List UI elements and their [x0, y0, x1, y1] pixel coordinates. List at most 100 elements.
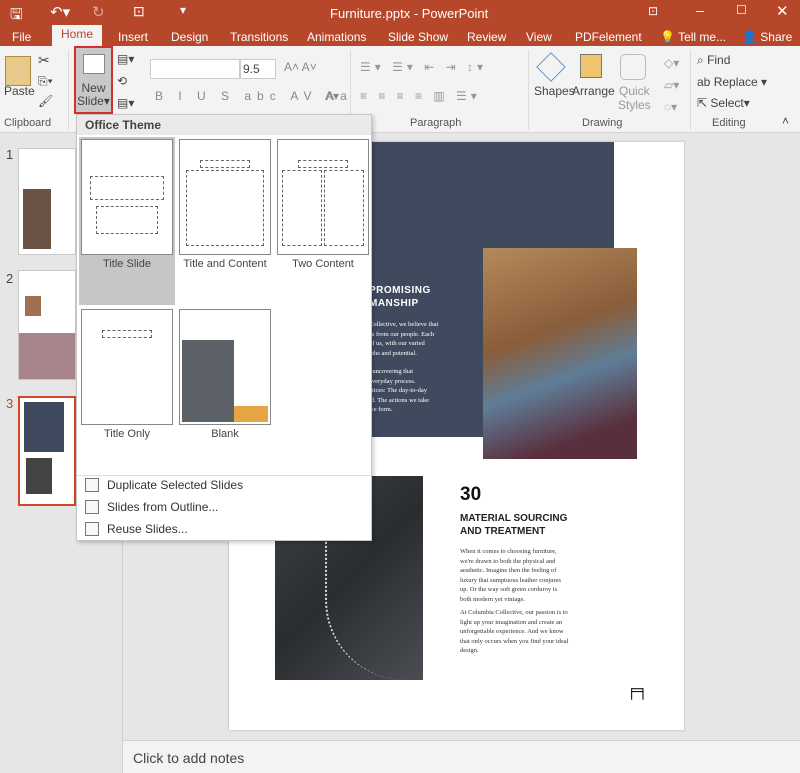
tab-home[interactable]: Home — [52, 25, 103, 46]
title-line: MATERIAL SOURCING — [460, 513, 568, 524]
slide-number-text: 30 — [460, 484, 482, 505]
text-line: At Columbia Collective, our passion is t… — [460, 609, 568, 616]
tab-review[interactable]: Review — [467, 29, 506, 45]
font-name-input[interactable] — [150, 59, 240, 79]
replace-button[interactable]: ab Replace ▾ — [697, 75, 767, 89]
layout-label: Title and Content — [183, 258, 267, 270]
text-line: light up your imagination and create an — [460, 618, 563, 626]
share-button[interactable]: 👤 Share — [742, 29, 792, 45]
text-line: Collective, we believe that — [369, 321, 439, 328]
text-line: design. — [460, 647, 479, 654]
menu-item-label: Duplicate Selected Slides — [107, 478, 244, 492]
tab-view[interactable]: View — [526, 29, 552, 45]
tab-animations[interactable]: Animations — [307, 29, 366, 45]
menu-item-label: Reuse Slides... — [107, 522, 188, 536]
slide-section-title: MATERIAL SOURCING AND TREATMENT — [460, 512, 567, 538]
save-icon[interactable]: 🖫 — [10, 4, 23, 29]
format-painter-icon[interactable]: 🖌 — [38, 94, 53, 108]
thumbnail-panel — [24, 402, 64, 452]
slide-thumbnail-3[interactable] — [18, 396, 76, 506]
layout-two-content[interactable]: Two Content — [275, 137, 371, 305]
layout-title-and-content[interactable]: Title and Content — [177, 137, 273, 305]
ribbon-tabs: File Home Insert Design Transitions Anim… — [0, 25, 800, 46]
font-size-input[interactable]: 9.5 — [240, 59, 276, 79]
text-line: ld. The actions we take — [369, 396, 429, 404]
new-slide-dropdown: Office Theme Title Slide Title and Conte… — [76, 114, 372, 541]
slide-thumbnail-1[interactable] — [18, 148, 76, 255]
text-line: we form. — [369, 406, 393, 413]
thumbnail-image — [25, 296, 41, 316]
duplicate-icon — [85, 478, 99, 492]
slide-paragraph-2: t uncovering that everyday process. ctices… — [369, 367, 429, 415]
title-bar: 🖫 ↶▾ ↻ ⊡ ▾ Furniture.pptx - PowerPoint ⊡… — [0, 0, 800, 28]
shapes-button[interactable]: Shapes — [534, 84, 575, 98]
outline-icon — [85, 500, 99, 514]
collapse-ribbon-icon[interactable]: ˄ — [782, 114, 789, 128]
slides-from-outline-item[interactable]: Slides from Outline... — [85, 500, 218, 514]
layout-preview — [277, 139, 369, 255]
craftsmen-photo — [483, 248, 637, 459]
layout-blank[interactable]: Blank — [177, 307, 273, 467]
replace-label: Replace — [713, 75, 758, 89]
quick-styles-label-2: Styles — [618, 98, 651, 112]
select-button[interactable]: ⇱ Select▾ — [697, 96, 750, 110]
reset-icon[interactable]: ⟲ — [117, 74, 127, 88]
layout-label: Title Slide — [103, 258, 151, 270]
copy-icon[interactable]: ⎘▾ — [38, 74, 53, 89]
new-slide-icon — [83, 54, 105, 74]
quick-styles-label: Quick — [619, 84, 650, 98]
text-line: of us, with our varied — [369, 340, 425, 347]
text-line: When it comes to choosing furniture, — [460, 548, 557, 555]
paste-button[interactable]: Paste — [4, 84, 35, 98]
section-icon[interactable]: ▤▾ — [117, 96, 134, 110]
tab-transitions[interactable]: Transitions — [230, 29, 288, 45]
layout-title-slide[interactable]: Title Slide — [79, 137, 175, 305]
layout-preview — [179, 139, 271, 255]
thumbnail-chair-image — [23, 189, 51, 249]
slide-heading-line: PROMISING — [369, 285, 431, 296]
tab-pdfelement[interactable]: PDFelement — [575, 29, 642, 45]
quick-styles-button[interactable]: Quick Styles — [618, 84, 651, 112]
text-line: luxury that sumptuous leather conjures — [460, 576, 562, 584]
maximize-icon[interactable]: ☐ — [736, 3, 747, 17]
thumbnail-image — [26, 458, 52, 494]
tab-insert[interactable]: Insert — [118, 29, 148, 45]
arrange-button[interactable]: Arrange — [572, 84, 615, 98]
redo-icon[interactable]: ↻ — [92, 3, 105, 21]
shapes-icon — [536, 52, 566, 82]
group-label-editing: Editing — [712, 117, 746, 129]
tab-slide-show[interactable]: Slide Show — [388, 29, 448, 45]
paste-icon[interactable] — [5, 56, 31, 86]
ribbon-display-icon[interactable]: ⊡ — [648, 4, 658, 18]
reuse-slides-item[interactable]: Reuse Slides... — [85, 522, 188, 536]
shape-format-icons[interactable]: ◇▾ ▱▾ ◌▾ — [664, 52, 679, 118]
text-line: both modern yet vintage. — [460, 595, 525, 603]
text-line: everyday process. — [369, 377, 416, 385]
font-color-icon[interactable]: A▾ — [325, 89, 339, 103]
new-slide-label-2: Slide — [77, 94, 104, 108]
notes-pane[interactable]: Click to add notes — [123, 740, 800, 773]
duplicate-slides-item[interactable]: Duplicate Selected Slides — [85, 478, 243, 492]
font-format-buttons[interactable]: B I U S abc AV Aa — [155, 89, 353, 103]
select-label: Select — [710, 96, 744, 110]
layout-title-only[interactable]: Title Only — [79, 307, 175, 467]
customize-toolbar-icon[interactable]: ▾ — [180, 3, 186, 17]
tell-me-search[interactable]: 💡 Tell me... — [660, 29, 726, 45]
text-line: gths and potential. — [369, 349, 417, 357]
find-button[interactable]: ⌕ Find — [697, 53, 730, 68]
tab-design[interactable]: Design — [171, 29, 208, 45]
close-icon[interactable]: ✕ — [776, 2, 789, 20]
list-buttons[interactable]: ☰▾ ☰▾ ⇤ ⇥ ↕▾ — [360, 60, 487, 74]
tab-file[interactable]: File — [12, 29, 31, 45]
align-buttons[interactable]: ≡ ≡ ≡ ≡ ▥ ☰▾ — [360, 89, 481, 103]
new-slide-button[interactable]: New Slide▾ — [74, 46, 113, 114]
start-slideshow-icon[interactable]: ⊡ — [133, 3, 145, 20]
grow-font-icon[interactable]: A˄ A˅ — [284, 60, 317, 74]
undo-icon[interactable]: ↶▾ — [50, 3, 70, 21]
cut-icon[interactable]: ✂ — [38, 52, 50, 69]
text-line: aesthetic. Imagine then the feeling of — [460, 567, 557, 574]
slide-thumbnail-2[interactable] — [18, 270, 76, 380]
minimize-icon[interactable]: – — [696, 2, 704, 18]
layout-icon[interactable]: ▤▾ — [117, 52, 134, 66]
layout-label: Blank — [211, 428, 239, 440]
